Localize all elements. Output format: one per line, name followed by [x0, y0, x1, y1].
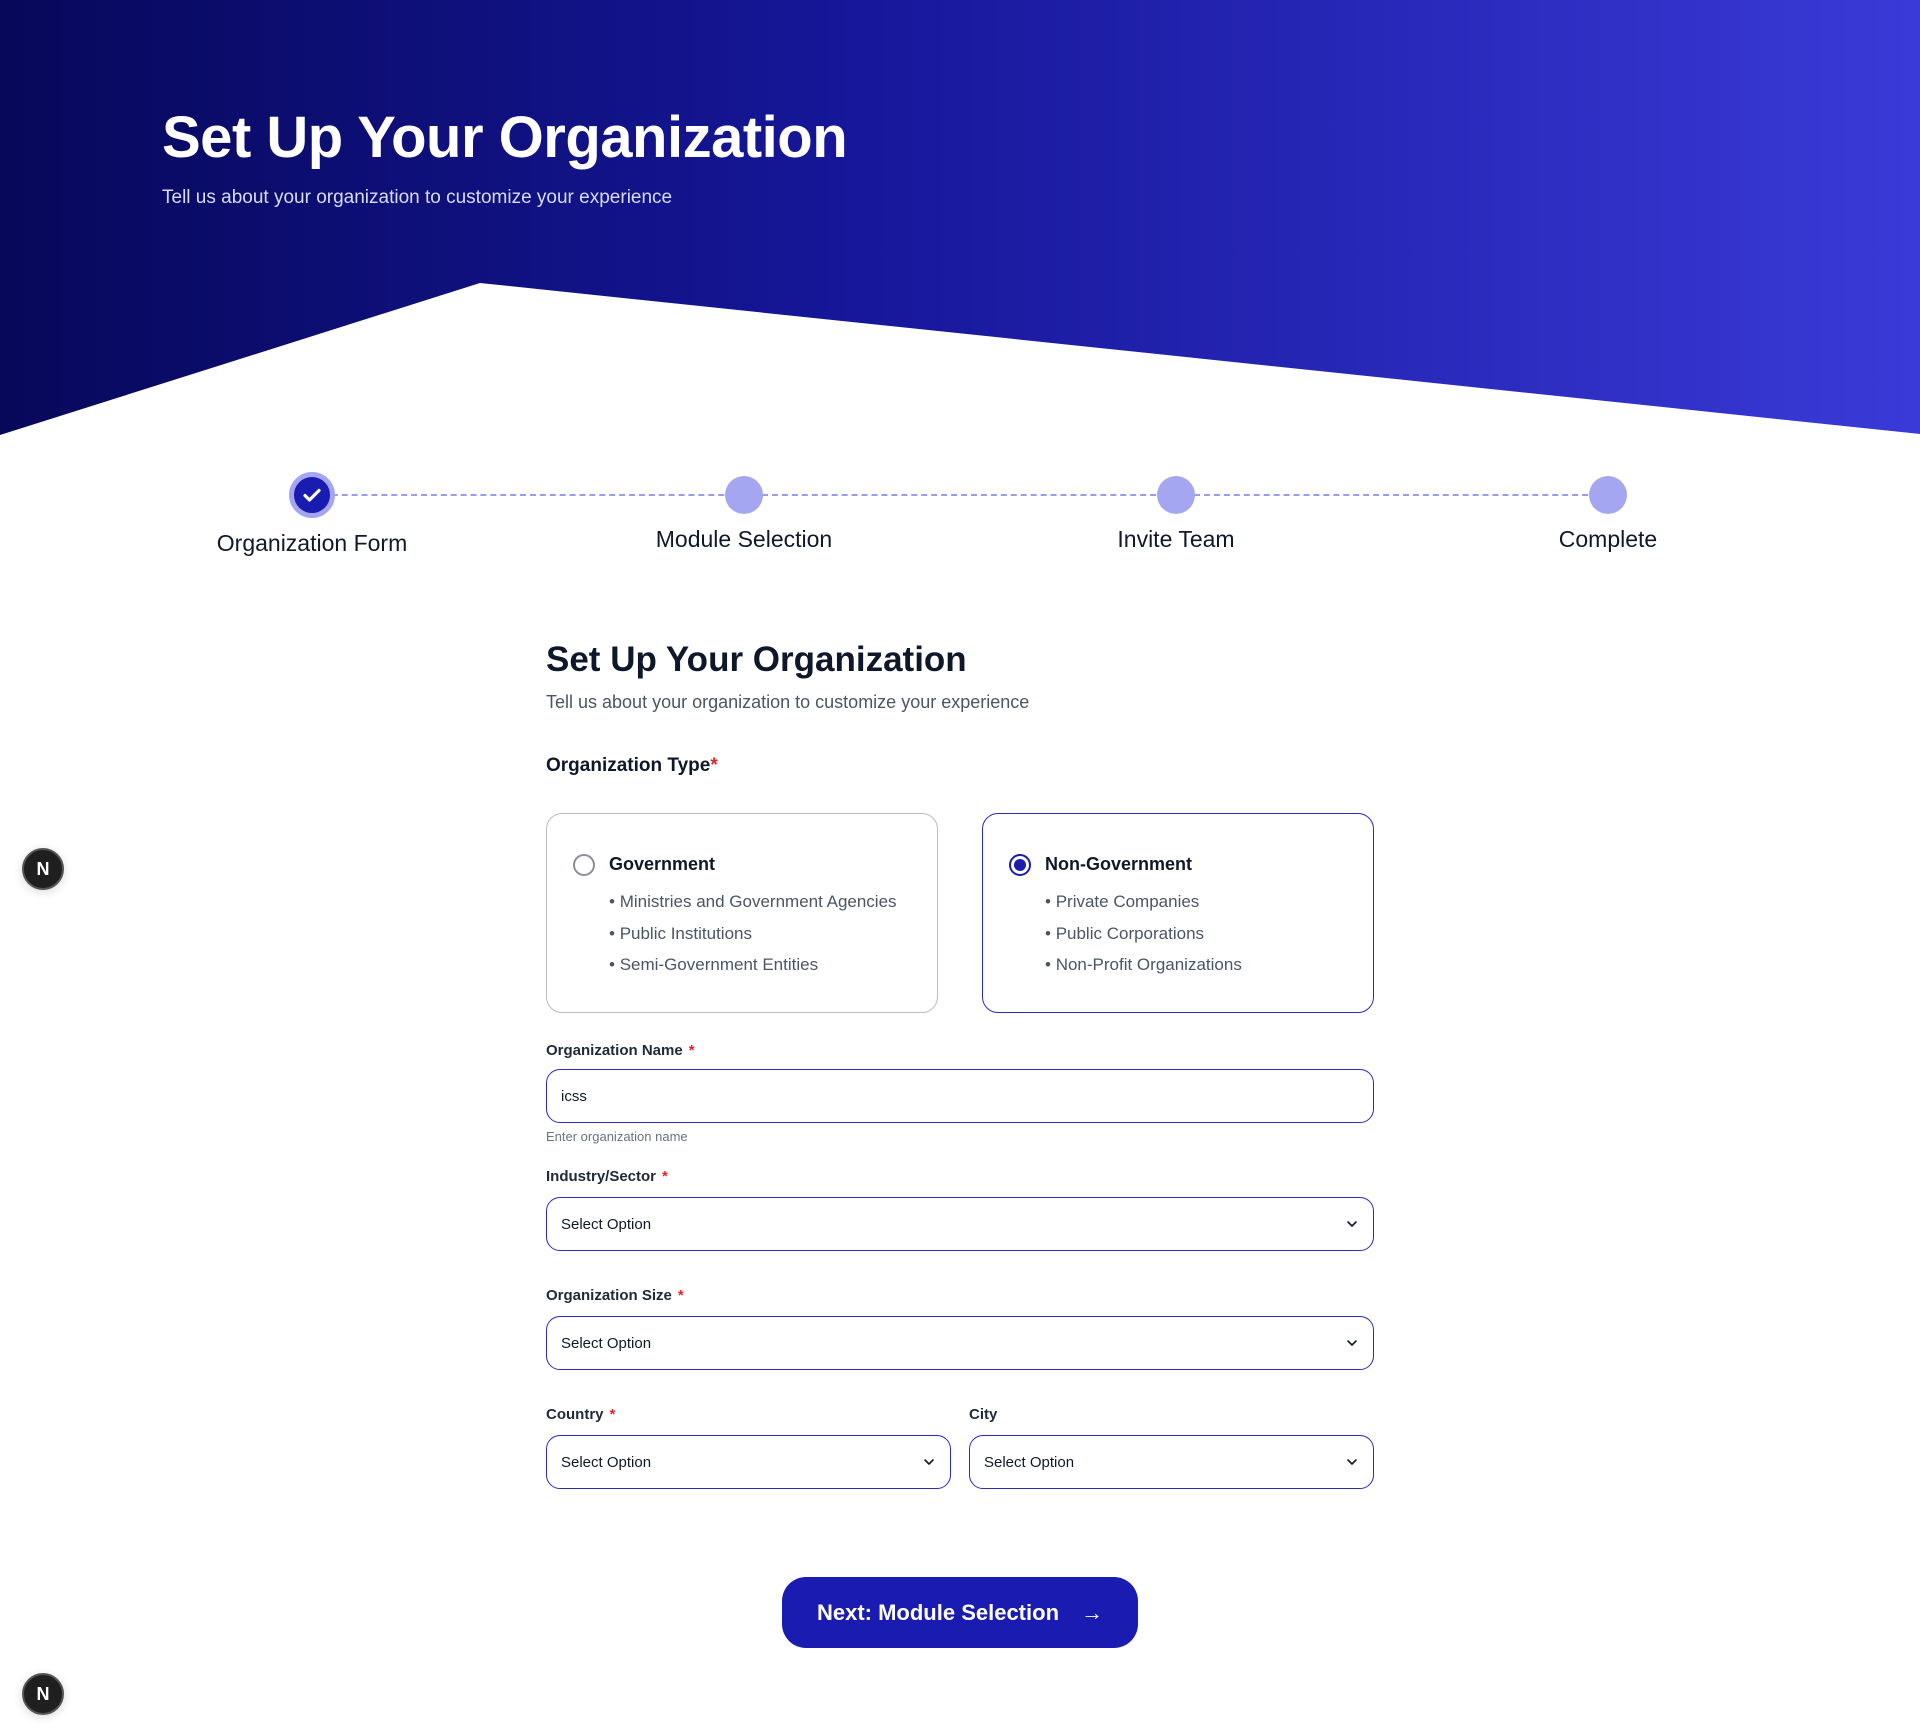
step-dot: [1157, 476, 1195, 514]
country-label: Country *: [546, 1406, 951, 1423]
non-government-radio[interactable]: [1009, 854, 1031, 876]
size-group: Organization Size * Select Option: [546, 1287, 1374, 1370]
org-type-label-text: Organization Type: [546, 755, 711, 776]
city-select[interactable]: Select Option: [969, 1435, 1374, 1489]
government-radio[interactable]: [573, 854, 595, 876]
size-label: Organization Size *: [546, 1287, 1374, 1304]
step-label: Module Selection: [655, 526, 833, 552]
required-mark: *: [710, 755, 718, 776]
org-name-label-text: Organization Name: [546, 1042, 683, 1059]
size-label-text: Organization Size: [546, 1287, 672, 1304]
card-title: Non-Government: [1045, 854, 1193, 874]
org-name-label: Organization Name *: [546, 1042, 1374, 1059]
chevron-down-icon: [924, 1459, 934, 1465]
step-label: Complete: [1558, 526, 1658, 552]
list-item: Public Corporations: [1045, 918, 1373, 950]
org-name-group: Organization Name * Enter organization na…: [546, 1042, 1374, 1144]
chevron-down-icon: [1347, 1221, 1357, 1227]
org-name-helper: Enter organization name: [546, 1129, 688, 1144]
n-badge-icon[interactable]: N: [22, 848, 64, 890]
city-select-value: Select Option: [984, 1453, 1075, 1471]
card-list: Private Companies Public Corporations No…: [1045, 886, 1373, 981]
list-item: Semi-Government Entities: [609, 949, 937, 981]
industry-label: Industry/Sector *: [546, 1168, 1374, 1185]
size-select-value: Select Option: [561, 1334, 652, 1352]
step-invite-team[interactable]: Invite Team: [1026, 470, 1326, 553]
arrow-right-icon: →: [1081, 1599, 1104, 1625]
next-module-selection-button[interactable]: Next: Module Selection →: [782, 1577, 1138, 1648]
required-mark: *: [662, 1168, 668, 1185]
required-mark: *: [609, 1406, 616, 1423]
card-title: Government: [609, 854, 716, 874]
hero-subtitle: Tell us about your organization to custo…: [162, 187, 673, 208]
step-dot: [725, 476, 763, 514]
location-row: Country * Select Option City Select Optio…: [546, 1406, 1374, 1489]
form-title: Set Up Your Organization: [546, 640, 967, 679]
city-label: City: [969, 1406, 998, 1423]
form-subtitle: Tell us about your organization to custo…: [546, 692, 1030, 712]
industry-label-text: Industry/Sector: [546, 1168, 657, 1185]
industry-select-value: Select Option: [561, 1215, 652, 1233]
country-select[interactable]: Select Option: [546, 1435, 951, 1489]
country-select-value: Select Option: [561, 1453, 652, 1471]
n-badge-icon[interactable]: N: [22, 1673, 64, 1715]
required-mark: *: [677, 1287, 684, 1304]
card-list: Ministries and Government Agencies Publi…: [609, 886, 937, 981]
progress-stepper: Organization Form Module Selection Invit…: [0, 470, 1920, 556]
org-type-government-card[interactable]: Government Ministries and Government Age…: [546, 813, 938, 1013]
step-module-selection[interactable]: Module Selection: [594, 470, 894, 553]
list-item: Non-Profit Organizations: [1045, 949, 1373, 981]
chevron-down-icon: [1347, 1340, 1357, 1346]
check-icon: [289, 472, 335, 518]
org-type-label: Organization Type*: [546, 755, 1374, 777]
step-organization-form[interactable]: Organization Form: [162, 470, 462, 557]
hero-banner: [0, 0, 1920, 435]
organization-form: Set Up Your Organization Tell us about y…: [546, 640, 1374, 1489]
country-group: Country * Select Option: [546, 1406, 951, 1489]
country-label-text: Country: [546, 1406, 604, 1423]
size-select[interactable]: Select Option: [546, 1316, 1374, 1370]
city-group: City Select Option: [969, 1406, 1374, 1489]
hero-title: Set Up Your Organization: [162, 105, 848, 170]
industry-select[interactable]: Select Option: [546, 1197, 1374, 1251]
list-item: Ministries and Government Agencies: [609, 886, 937, 918]
list-item: Private Companies: [1045, 886, 1373, 918]
chevron-down-icon: [1347, 1459, 1357, 1465]
step-complete[interactable]: Complete: [1458, 470, 1758, 553]
org-type-options: Government Ministries and Government Age…: [546, 813, 1374, 1013]
step-dot: [1589, 476, 1627, 514]
industry-group: Industry/Sector * Select Option: [546, 1168, 1374, 1251]
next-button-label: Next: Module Selection: [816, 1599, 1060, 1625]
list-item: Public Institutions: [609, 918, 937, 950]
required-mark: *: [688, 1042, 695, 1059]
step-label: Organization Form: [216, 530, 408, 556]
org-name-input[interactable]: [546, 1069, 1374, 1123]
step-label: Invite Team: [1117, 526, 1235, 552]
org-type-non-government-card[interactable]: Non-Government Private Companies Public …: [982, 813, 1374, 1013]
